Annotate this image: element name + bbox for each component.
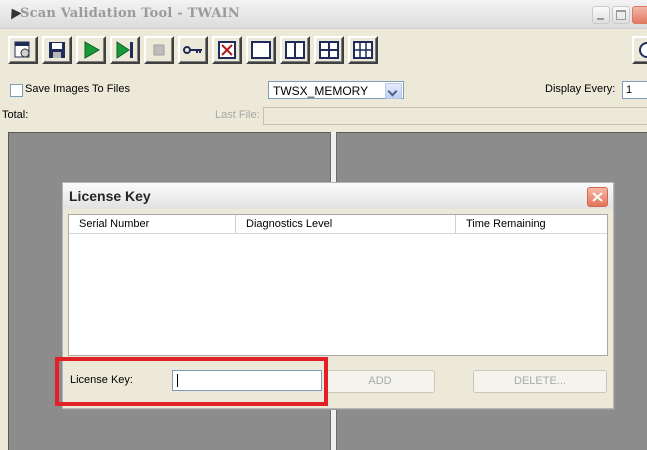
- minimize-button[interactable]: [592, 6, 610, 24]
- close-image-button[interactable]: [212, 36, 242, 64]
- last-file-field: [263, 107, 647, 125]
- window-title: Scan Validation Tool - TWAIN: [20, 6, 241, 21]
- stop-icon: [153, 44, 165, 56]
- layout-two-icon: [285, 41, 305, 59]
- close-image-icon: [218, 41, 236, 59]
- transfer-mode-value: TWSX_MEMORY: [273, 84, 369, 98]
- delete-button[interactable]: DELETE...: [473, 370, 607, 393]
- dialog-title: License Key: [69, 188, 151, 204]
- key-icon: [183, 46, 202, 54]
- title-bar: Scan Validation Tool - TWAIN: [0, 0, 647, 29]
- layout-single-button[interactable]: [246, 36, 276, 64]
- start-scan-button[interactable]: [76, 36, 106, 64]
- stop-button[interactable]: [144, 36, 174, 64]
- display-every-value: 1: [626, 84, 633, 96]
- highlight-box: [55, 357, 328, 406]
- save-images-checkbox[interactable]: [10, 84, 23, 97]
- dialog-close-button[interactable]: [587, 187, 608, 207]
- close-icon: [592, 192, 603, 202]
- save-icon: [49, 42, 65, 58]
- license-key-button[interactable]: [178, 36, 208, 64]
- step-icon: [116, 41, 133, 59]
- layout-four-button[interactable]: [314, 36, 344, 64]
- close-button[interactable]: [632, 6, 647, 24]
- layout-four-icon: [319, 41, 339, 59]
- toolbar: [0, 32, 647, 70]
- layout-two-button[interactable]: [280, 36, 310, 64]
- play-icon: [84, 41, 101, 59]
- properties-icon: [14, 41, 30, 58]
- main-window: Scan Validation Tool - TWAIN Save Images…: [0, 0, 647, 450]
- maximize-button[interactable]: [612, 6, 630, 24]
- chevron-down-icon[interactable]: [385, 83, 402, 99]
- column-diagnostics-level[interactable]: Diagnostics Level: [235, 215, 455, 234]
- total-label: Total:: [2, 109, 29, 121]
- properties-button[interactable]: [8, 36, 38, 64]
- save-button[interactable]: [42, 36, 72, 64]
- display-every-label: Display Every:: [545, 83, 616, 95]
- step-scan-button[interactable]: [110, 36, 140, 64]
- help-icon: [639, 42, 647, 58]
- help-button[interactable]: [632, 36, 647, 64]
- layout-single-icon: [251, 41, 271, 59]
- add-button[interactable]: ADD: [325, 370, 435, 393]
- column-time-remaining[interactable]: Time Remaining: [455, 215, 607, 234]
- license-list[interactable]: Serial Number Diagnostics Level Time Rem…: [68, 214, 608, 356]
- last-file-label: Last File:: [215, 109, 260, 121]
- layout-six-button[interactable]: [348, 36, 378, 64]
- display-every-input[interactable]: 1: [622, 81, 647, 99]
- save-images-label: Save Images To Files: [25, 83, 130, 95]
- column-serial-number[interactable]: Serial Number: [69, 215, 235, 234]
- transfer-mode-select[interactable]: TWSX_MEMORY: [268, 81, 404, 99]
- dialog-title-bar: License Key: [63, 183, 613, 209]
- layout-six-icon: [353, 41, 373, 59]
